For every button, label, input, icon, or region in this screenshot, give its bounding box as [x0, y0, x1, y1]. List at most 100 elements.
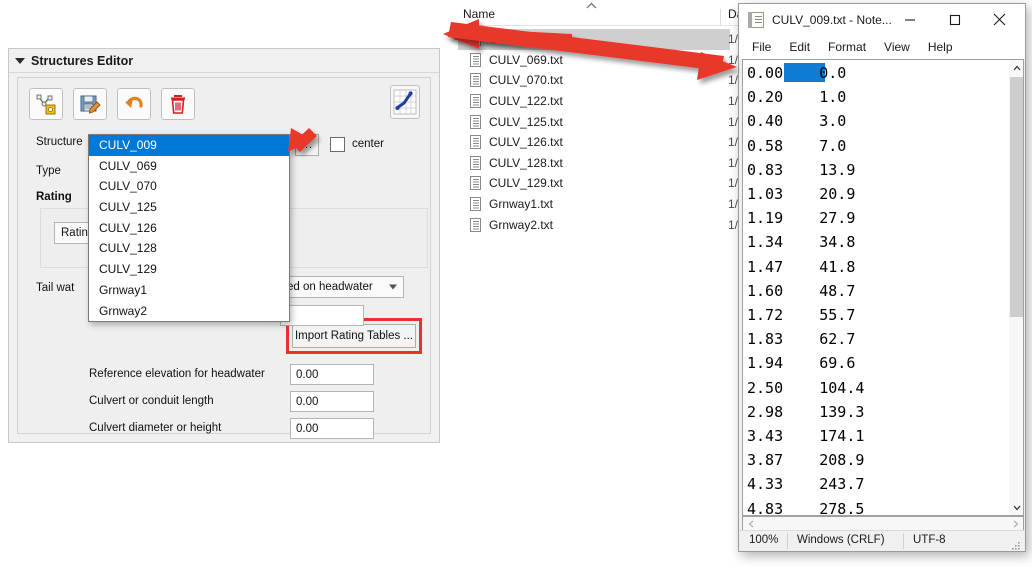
import-rating-tables-button[interactable]: Import Rating Tables ...	[292, 324, 416, 348]
edit-structure-button[interactable]	[29, 88, 63, 120]
dropdown-item-culv-009[interactable]: CULV_009	[89, 135, 289, 156]
dropdown-item-grnway1[interactable]: Grnway1	[89, 280, 289, 301]
notepad-menubar: File Edit Format View Help	[739, 35, 1025, 59]
structures-editor-title: Structures Editor	[31, 54, 133, 68]
dropdown-item-culv-128[interactable]: CULV_128	[89, 238, 289, 259]
culvert-length-field[interactable]: 0.00	[290, 391, 374, 412]
file-date: 1/	[728, 94, 738, 108]
text-file-icon	[470, 156, 481, 170]
status-encoding: UTF-8	[913, 534, 946, 546]
minimize-button[interactable]	[887, 4, 932, 35]
type-label: Type	[36, 165, 61, 177]
notepad-statusbar: 100% Windows (CRLF) UTF-8	[739, 530, 1025, 551]
notepad-window: CULV_009.txt - Note... File Edit Format …	[738, 3, 1026, 552]
file-row-grnway1[interactable]: Grnway1.txt 1/	[458, 194, 730, 215]
scroll-right-arrow-icon[interactable]	[1008, 517, 1023, 531]
culvert-diameter-label: Culvert diameter or height	[89, 422, 221, 434]
center-checkbox-label: center	[352, 138, 384, 150]
horizontal-scrollbar[interactable]	[742, 516, 1024, 531]
close-icon[interactable]	[977, 4, 1022, 35]
file-date: 1/	[728, 156, 738, 170]
chevron-down-icon	[389, 285, 397, 290]
column-divider	[720, 9, 721, 26]
file-date: 1/	[728, 53, 738, 67]
menu-format[interactable]: Format	[819, 40, 875, 54]
file-name: CULV_126.txt	[489, 135, 563, 149]
file-row-culv-128[interactable]: CULV_128.txt 1/	[458, 153, 730, 174]
menu-help[interactable]: Help	[919, 40, 962, 54]
file-name: CULV_125.txt	[489, 115, 563, 129]
file-date: 1/	[728, 218, 738, 232]
vertical-scrollbar[interactable]	[1009, 59, 1024, 516]
structure-dropdown-list[interactable]: CULV_009 CULV_069 CULV_070 CULV_125 CULV…	[88, 134, 290, 322]
file-name: Grnway2.txt	[489, 218, 553, 232]
reference-elevation-label: Reference elevation for headwater	[89, 368, 265, 380]
chart-pen-icon[interactable]	[390, 85, 420, 119]
text-file-icon	[470, 197, 481, 211]
rating-section-label: Rating	[36, 191, 72, 203]
file-row-culv-122[interactable]: CULV_122.txt 1/	[458, 91, 730, 112]
text-file-icon	[470, 115, 481, 129]
center-checkbox[interactable]	[330, 137, 345, 152]
file-name: CULV_009.txt	[489, 32, 563, 46]
dropdown-item-culv-125[interactable]: CULV_125	[89, 197, 289, 218]
triangle-down-icon[interactable]	[9, 50, 31, 72]
status-divider	[903, 533, 904, 549]
text-file-icon	[470, 176, 481, 190]
file-date: 1/	[728, 73, 738, 87]
file-row-culv-070[interactable]: CULV_070.txt 1/	[458, 70, 730, 91]
trash-can-icon[interactable]	[161, 88, 195, 120]
notepad-text-area[interactable]: 0.00 0.0 0.20 1.0 0.40 3.0 0.58 7.0 0.83…	[742, 59, 1009, 516]
column-header-name[interactable]: Name	[463, 7, 495, 21]
menu-view[interactable]: View	[875, 40, 919, 54]
file-name: CULV_122.txt	[489, 94, 563, 108]
notepad-text-content: 0.00 0.0 0.20 1.0 0.40 3.0 0.58 7.0 0.83…	[747, 61, 864, 516]
file-name: Grnway1.txt	[489, 197, 553, 211]
dropdown-item-culv-129[interactable]: CULV_129	[89, 259, 289, 280]
file-row-culv-129[interactable]: CULV_129.txt 1/	[458, 173, 730, 194]
file-explorer-list: Name Da CULV_009.txt 1/ CULV_069.txt 1/ …	[458, 0, 738, 250]
file-row-culv-009[interactable]: CULV_009.txt 1/	[458, 29, 730, 50]
dropdown-item-culv-069[interactable]: CULV_069	[89, 156, 289, 177]
scroll-up-arrow-icon[interactable]	[1009, 60, 1024, 75]
notepad-icon	[748, 12, 764, 28]
undo-button[interactable]	[117, 88, 151, 120]
tail-water-select[interactable]: ed on headwater	[280, 276, 404, 298]
file-row-grnway2[interactable]: Grnway2.txt 1/	[458, 214, 730, 235]
status-zoom: 100%	[749, 534, 778, 546]
file-date: 1/	[728, 115, 738, 129]
dropdown-item-culv-070[interactable]: CULV_070	[89, 176, 289, 197]
notepad-titlebar[interactable]: CULV_009.txt - Note...	[739, 4, 1025, 35]
dropdown-item-culv-126[interactable]: CULV_126	[89, 218, 289, 239]
status-divider	[787, 533, 788, 549]
file-explorer-header: Name Da	[458, 4, 738, 26]
file-row-culv-125[interactable]: CULV_125.txt 1/	[458, 111, 730, 132]
notepad-title: CULV_009.txt - Note...	[772, 13, 892, 27]
file-name: CULV_129.txt	[489, 176, 563, 190]
maximize-button[interactable]	[932, 4, 977, 35]
dropdown-item-grnway2[interactable]: Grnway2	[89, 301, 289, 322]
resize-gripper-icon[interactable]	[1011, 538, 1021, 548]
scroll-down-arrow-icon[interactable]	[1009, 500, 1024, 515]
scroll-left-arrow-icon[interactable]	[743, 517, 758, 531]
text-file-icon	[470, 53, 481, 67]
text-file-icon	[470, 32, 481, 46]
tail-water-select-value: ed on headwater	[287, 281, 373, 293]
structures-editor-titlebar: Structures Editor	[9, 49, 439, 73]
tail-water-value-field[interactable]	[280, 305, 364, 326]
tail-water-label: Tail wat	[36, 282, 74, 294]
menu-edit[interactable]: Edit	[780, 40, 819, 54]
culvert-diameter-field[interactable]: 0.00	[290, 418, 374, 439]
structure-browse-button[interactable]: ...	[295, 134, 319, 156]
save-structure-button[interactable]	[73, 88, 107, 120]
file-date: 1/	[728, 176, 738, 190]
reference-elevation-field[interactable]: 0.00	[290, 364, 374, 385]
file-date: 1/	[728, 32, 738, 46]
culvert-length-label: Culvert or conduit length	[89, 395, 214, 407]
file-row-culv-069[interactable]: CULV_069.txt 1/	[458, 50, 730, 71]
status-line-ending: Windows (CRLF)	[797, 534, 885, 546]
file-row-culv-126[interactable]: CULV_126.txt 1/	[458, 132, 730, 153]
menu-file[interactable]: File	[743, 40, 780, 54]
vertical-scrollbar-thumb[interactable]	[1010, 77, 1023, 317]
text-file-icon	[470, 218, 481, 232]
